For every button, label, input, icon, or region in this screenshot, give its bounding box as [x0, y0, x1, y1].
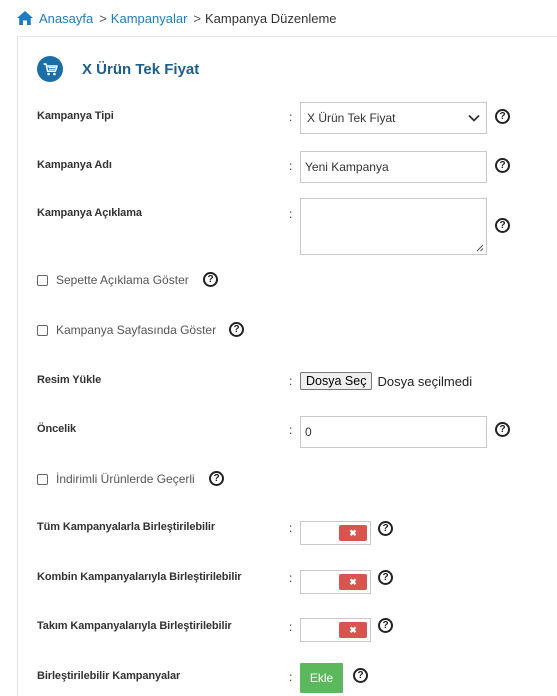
colon: :	[289, 571, 293, 585]
resize-handle-icon[interactable]	[476, 244, 484, 252]
campaign-name-value: Yeni Kampanya	[305, 160, 389, 174]
image-upload-field: Dosya Seç Dosya seçilmedi	[300, 372, 472, 390]
colon: :	[289, 374, 293, 388]
help-icon[interactable]: ?	[495, 422, 510, 437]
file-status-text: Dosya seçilmedi	[377, 373, 473, 389]
help-icon[interactable]: ?	[495, 158, 510, 173]
home-icon[interactable]	[17, 11, 33, 25]
valid-on-discounted-checkbox-row[interactable]: İndirimli Ürünlerde Geçerli	[37, 472, 195, 486]
help-icon[interactable]: ?	[495, 109, 510, 124]
colon: :	[289, 110, 293, 124]
help-icon[interactable]: ?	[203, 272, 218, 287]
combine-team-toggle[interactable]: ✖	[300, 618, 371, 642]
breadcrumb-home-link[interactable]: Anasayfa	[39, 11, 93, 26]
valid-on-discounted-label: İndirimli Ürünlerde Geçerli	[56, 472, 195, 486]
help-icon[interactable]: ?	[209, 471, 224, 486]
valid-on-discounted-checkbox[interactable]	[37, 473, 48, 485]
campaign-description-textarea[interactable]	[300, 198, 487, 255]
combine-combo-toggle[interactable]: ✖	[300, 570, 371, 594]
chevron-down-icon	[468, 114, 480, 122]
colon: :	[289, 620, 293, 634]
breadcrumb-separator: >	[99, 10, 107, 26]
colon: :	[289, 159, 293, 173]
toggle-off-icon: ✖	[339, 622, 367, 638]
help-icon[interactable]: ?	[378, 570, 393, 585]
colon: :	[289, 521, 293, 535]
combine-all-label: Tüm Kampanyalarla Birleştirilebilir	[37, 521, 216, 533]
campaign-edit-panel: X Ürün Tek Fiyat Kampanya Tipi : X Ürün …	[17, 36, 557, 696]
page-title: X Ürün Tek Fiyat	[82, 60, 200, 78]
colon: :	[289, 670, 293, 684]
combinable-campaigns-label: Birleştirilebilir Kampanyalar	[37, 670, 181, 682]
campaign-type-select[interactable]: X Ürün Tek Fiyat	[300, 102, 487, 134]
breadcrumb: Anasayfa > Kampanyalar > Kampanya Düzenl…	[17, 9, 337, 27]
campaign-type-label: Kampanya Tipi	[37, 110, 114, 122]
show-on-campaign-page-label: Kampanya Sayfasında Göster	[56, 323, 217, 337]
campaign-name-input[interactable]: Yeni Kampanya	[300, 151, 487, 183]
show-description-in-cart-checkbox-row[interactable]: Sepette Açıklama Göster	[37, 273, 189, 287]
combine-all-toggle[interactable]: ✖	[300, 521, 371, 545]
breadcrumb-current: Kampanya Düzenleme	[205, 10, 337, 26]
help-icon[interactable]: ?	[378, 521, 393, 536]
breadcrumb-campaigns-link[interactable]: Kampanyalar	[111, 11, 188, 26]
colon: :	[289, 207, 293, 221]
help-icon[interactable]: ?	[495, 218, 510, 233]
show-description-in-cart-label: Sepette Açıklama Göster	[56, 273, 189, 287]
show-description-in-cart-checkbox[interactable]	[37, 274, 48, 286]
priority-input[interactable]: 0	[300, 416, 487, 448]
image-upload-label: Resim Yükle	[37, 374, 102, 386]
help-icon[interactable]: ?	[353, 668, 368, 683]
combine-combo-label: Kombin Kampanyalarıyla Birleştirilebilir	[37, 571, 242, 583]
colon: :	[289, 423, 293, 437]
breadcrumb-separator: >	[193, 10, 201, 26]
add-button[interactable]: Ekle	[300, 663, 343, 693]
panel-header: X Ürün Tek Fiyat	[37, 56, 199, 82]
priority-label: Öncelik	[37, 423, 77, 435]
toggle-off-icon: ✖	[339, 525, 367, 541]
campaign-name-label: Kampanya Adı	[37, 159, 112, 171]
help-icon[interactable]: ?	[378, 618, 393, 633]
show-on-campaign-page-checkbox[interactable]	[37, 324, 48, 336]
toggle-off-icon: ✖	[339, 574, 367, 590]
combine-team-label: Takım Kampanyalarıyla Birleştirilebilir	[37, 620, 232, 632]
choose-file-button[interactable]: Dosya Seç	[300, 372, 373, 390]
priority-value: 0	[305, 425, 312, 439]
show-on-campaign-page-checkbox-row[interactable]: Kampanya Sayfasında Göster	[37, 323, 216, 337]
campaign-description-label: Kampanya Açıklama	[37, 207, 142, 219]
help-icon[interactable]: ?	[229, 322, 244, 337]
campaign-type-value: X Ürün Tek Fiyat	[307, 111, 396, 125]
cart-icon	[37, 56, 63, 82]
